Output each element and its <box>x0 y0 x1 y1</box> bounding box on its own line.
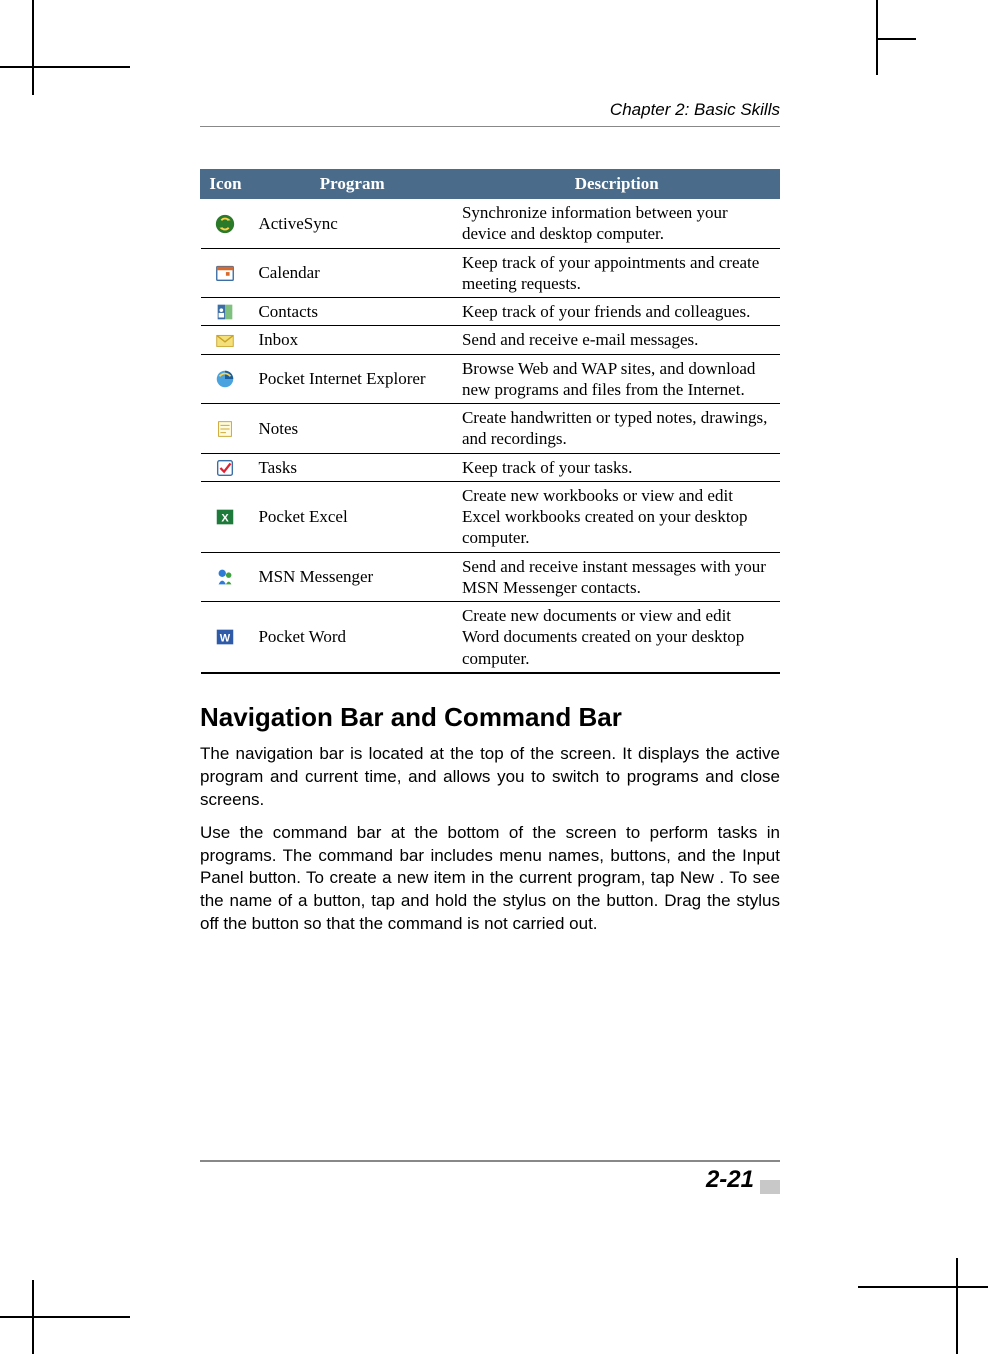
inbox-icon <box>214 329 236 351</box>
program-desc: Send and receive instant messages with y… <box>454 552 780 602</box>
th-icon: Icon <box>201 170 251 199</box>
table-row: Notes Create handwritten or typed notes,… <box>201 404 780 454</box>
crop-mark <box>0 1316 130 1318</box>
table-row: ActiveSync Synchronize information betwe… <box>201 199 780 249</box>
calendar-icon <box>214 262 236 284</box>
content-area: Chapter 2: Basic Skills Icon Program Des… <box>200 100 780 946</box>
svg-text:W: W <box>220 633 231 645</box>
section-heading: Navigation Bar and Command Bar <box>200 702 780 733</box>
crop-mark <box>32 0 34 95</box>
th-description: Description <box>454 170 780 199</box>
program-desc: Keep track of your friends and colleague… <box>454 298 780 326</box>
program-name: Pocket Internet Explorer <box>250 354 453 404</box>
svg-text:X: X <box>222 513 230 525</box>
program-desc: Synchronize information between your dev… <box>454 199 780 249</box>
icon-cell <box>201 404 251 454</box>
program-name: ActiveSync <box>250 199 453 249</box>
notes-icon <box>214 418 236 440</box>
page-tab-marker <box>760 1180 780 1194</box>
program-name: Notes <box>250 404 453 454</box>
table-row: X Pocket Excel Create new workbooks or v… <box>201 481 780 552</box>
program-desc: Create handwritten or typed notes, drawi… <box>454 404 780 454</box>
chapter-header: Chapter 2: Basic Skills <box>200 100 780 127</box>
activesync-icon <box>214 213 236 235</box>
icon-cell <box>201 199 251 249</box>
program-name: Tasks <box>250 453 453 481</box>
program-name: Inbox <box>250 326 453 354</box>
program-name: Calendar <box>250 248 453 298</box>
table-row: Pocket Internet Explorer Browse Web and … <box>201 354 780 404</box>
page: Chapter 2: Basic Skills Icon Program Des… <box>0 0 988 1354</box>
table-row: W Pocket Word Create new documents or vi… <box>201 602 780 673</box>
programs-table: Icon Program Description ActiveSync Syn <box>200 169 780 674</box>
table-row: Contacts Keep track of your friends and … <box>201 298 780 326</box>
programs-table-wrap: Icon Program Description ActiveSync Syn <box>200 169 780 674</box>
program-desc: Create new workbooks or view and edit Ex… <box>454 481 780 552</box>
table-row: Inbox Send and receive e-mail messages. <box>201 326 780 354</box>
tasks-icon <box>214 457 236 479</box>
msn-icon <box>214 566 236 588</box>
program-desc: Keep track of your tasks. <box>454 453 780 481</box>
program-name: MSN Messenger <box>250 552 453 602</box>
icon-cell <box>201 453 251 481</box>
body-paragraph-1: The navigation bar is located at the top… <box>200 743 780 812</box>
th-program: Program <box>250 170 453 199</box>
crop-mark <box>876 0 878 75</box>
icon-cell: W <box>201 602 251 673</box>
body-paragraph-2: Use the command bar at the bottom of the… <box>200 822 780 937</box>
program-name: Pocket Excel <box>250 481 453 552</box>
icon-cell <box>201 298 251 326</box>
icon-cell <box>201 326 251 354</box>
icon-cell <box>201 354 251 404</box>
icon-cell <box>201 552 251 602</box>
word-icon: W <box>214 626 236 648</box>
pie-icon <box>214 368 236 390</box>
excel-icon: X <box>214 506 236 528</box>
program-desc: Browse Web and WAP sites, and download n… <box>454 354 780 404</box>
crop-mark <box>876 38 916 40</box>
crop-mark <box>858 1286 988 1288</box>
icon-cell <box>201 248 251 298</box>
program-name: Contacts <box>250 298 453 326</box>
crop-mark <box>32 1280 34 1354</box>
page-number-bar: 2-21 <box>200 1160 780 1194</box>
program-desc: Create new documents or view and edit Wo… <box>454 602 780 673</box>
table-row: Calendar Keep track of your appointments… <box>201 248 780 298</box>
program-desc: Send and receive e-mail messages. <box>454 326 780 354</box>
contacts-icon <box>214 301 236 323</box>
crop-mark <box>956 1258 958 1354</box>
program-desc: Keep track of your appointments and crea… <box>454 248 780 298</box>
page-number: 2-21 <box>706 1166 754 1193</box>
crop-mark <box>0 66 130 68</box>
program-name: Pocket Word <box>250 602 453 673</box>
table-row: Tasks Keep track of your tasks. <box>201 453 780 481</box>
icon-cell: X <box>201 481 251 552</box>
table-row: MSN Messenger Send and receive instant m… <box>201 552 780 602</box>
